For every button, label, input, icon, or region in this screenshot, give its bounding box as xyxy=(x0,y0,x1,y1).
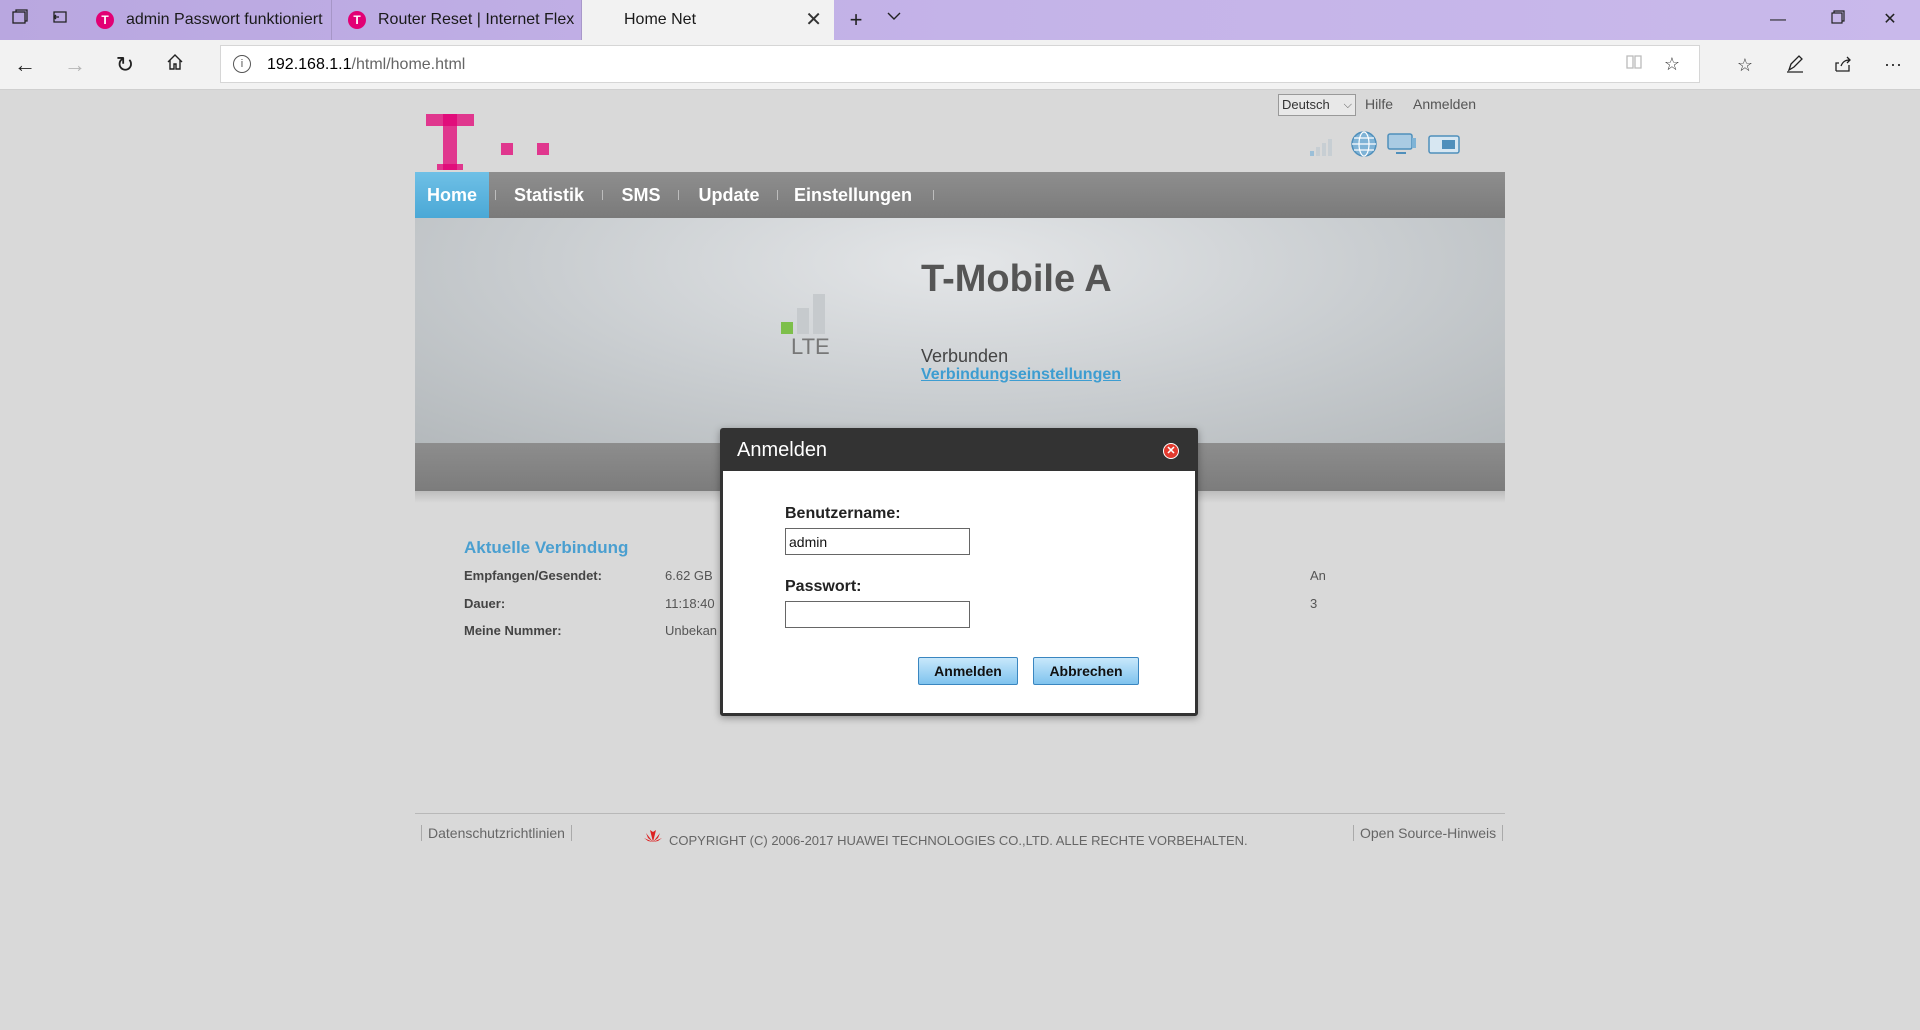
forward-arrow-icon[interactable]: → xyxy=(60,50,90,80)
signal-bar xyxy=(813,294,825,334)
nav-sms[interactable]: SMS xyxy=(611,172,671,218)
tab-title: admin Passwort funktioniert xyxy=(126,11,323,28)
duration-label: Dauer: xyxy=(464,596,506,611)
tab-sets-icon[interactable] xyxy=(8,8,32,32)
my-number-label: Meine Nummer: xyxy=(464,623,562,638)
tabs-aside-icon[interactable] xyxy=(48,8,72,32)
login-dialog: Anmelden ✕ Benutzername: Passwort: Anmel… xyxy=(720,428,1198,716)
telekom-favicon-icon: T xyxy=(96,11,114,29)
language-value: Deutsch xyxy=(1282,97,1330,112)
globe-icon xyxy=(1350,130,1378,163)
nav-einstellungen[interactable]: Einstellungen xyxy=(785,172,921,218)
url-path: /html/home.html xyxy=(351,56,466,73)
duration-right: 3 xyxy=(1310,596,1318,611)
nav-update[interactable]: Update xyxy=(687,172,771,218)
signal-bar xyxy=(781,322,793,334)
received-sent-right: An xyxy=(1310,568,1326,583)
close-window-icon[interactable]: ✕ xyxy=(1860,0,1920,40)
tab-title: Router Reset | Internet Flex xyxy=(378,11,575,28)
reading-view-icon[interactable] xyxy=(1623,53,1645,75)
received-sent-label: Empfangen/Gesendet: xyxy=(464,568,602,583)
chevron-down-icon: ⌵ xyxy=(1343,99,1352,111)
tab-admin-passwort[interactable]: T admin Passwort funktioniert xyxy=(80,0,332,40)
new-tab-icon[interactable]: + xyxy=(844,8,868,32)
dialog-header: Anmelden ✕ xyxy=(723,431,1195,471)
privacy-link[interactable]: Datenschutzrichtlinien xyxy=(421,825,572,841)
site-info-icon[interactable]: i xyxy=(233,55,251,73)
refresh-icon[interactable]: ↻ xyxy=(110,50,140,80)
received-sent-value: 6.62 GB xyxy=(665,568,713,583)
back-arrow-icon[interactable]: ← xyxy=(10,50,40,80)
login-button[interactable]: Anmelden xyxy=(918,657,1018,685)
open-source-link[interactable]: Open Source-Hinweis xyxy=(1353,825,1504,841)
duration-value: 11:18:40 xyxy=(665,596,715,611)
chevron-down-icon[interactable] xyxy=(882,8,906,32)
connection-status: Verbunden xyxy=(921,346,1009,366)
login-link[interactable]: Anmelden xyxy=(1413,96,1476,112)
tab-router-reset[interactable]: T Router Reset | Internet Flex xyxy=(332,0,582,40)
password-field[interactable] xyxy=(785,601,970,628)
nav-statistik[interactable]: Statistik xyxy=(503,172,595,218)
password-label: Passwort: xyxy=(785,578,862,595)
home-icon[interactable] xyxy=(160,50,190,80)
tab-close-icon[interactable]: ✕ xyxy=(805,8,822,32)
signal-bar xyxy=(797,308,809,334)
more-menu-icon[interactable]: ⋯ xyxy=(1882,54,1904,76)
language-select[interactable]: Deutsch ⌵ xyxy=(1278,94,1356,116)
browser-tab-bar: T admin Passwort funktioniert T Router R… xyxy=(0,0,1920,40)
minimize-icon[interactable]: — xyxy=(1748,0,1808,40)
address-bar-row: ← → ↻ i 192.168.1.1/html/home.html ☆ ☆ ⋯ xyxy=(0,40,1920,90)
telekom-logo xyxy=(421,100,561,170)
username-field[interactable] xyxy=(785,528,970,555)
current-connection-title: Aktuelle Verbindung xyxy=(464,538,629,557)
url-text: 192.168.1.1/html/home.html xyxy=(267,56,465,74)
connection-settings-link[interactable]: Verbindungseinstellungen xyxy=(921,366,1121,384)
tab-title: Home Net xyxy=(624,11,697,28)
pen-notes-icon[interactable] xyxy=(1784,54,1806,76)
username-label: Benutzername: xyxy=(785,505,901,522)
close-icon[interactable]: ✕ xyxy=(1163,443,1179,459)
telekom-favicon-icon: T xyxy=(348,11,366,29)
connection-overview: LTE T-Mobile A Verbunden Verbindungseins… xyxy=(415,218,1505,443)
sim-card-icon xyxy=(1428,134,1460,161)
cancel-button[interactable]: Abbrechen xyxy=(1033,657,1139,685)
network-type: LTE xyxy=(791,334,830,359)
tab-home-net[interactable]: Home Net ✕ xyxy=(582,0,834,40)
my-number-value: Unbekan xyxy=(665,623,718,638)
device-monitor-icon xyxy=(1386,132,1418,161)
favorites-hub-icon[interactable]: ☆ xyxy=(1734,54,1756,76)
help-link[interactable]: Hilfe xyxy=(1365,96,1393,112)
huawei-logo-icon xyxy=(643,827,663,843)
copyright-text: COPYRIGHT (C) 2006-2017 HUAWEI TECHNOLOG… xyxy=(669,833,1248,848)
dialog-title: Anmelden xyxy=(737,439,828,461)
restore-icon[interactable] xyxy=(1808,0,1868,40)
lte-signal-icon xyxy=(781,290,841,334)
signal-strength-icon xyxy=(1310,130,1334,156)
favorite-star-icon[interactable]: ☆ xyxy=(1661,53,1683,75)
url-host: 192.168.1.1 xyxy=(267,56,352,73)
main-navigation: Home Statistik SMS Update Einstellungen xyxy=(415,172,1505,218)
network-name: T-Mobile A xyxy=(921,258,1112,300)
url-field[interactable]: i 192.168.1.1/html/home.html ☆ xyxy=(220,45,1700,83)
share-icon[interactable] xyxy=(1832,54,1854,76)
nav-home[interactable]: Home xyxy=(415,172,489,218)
